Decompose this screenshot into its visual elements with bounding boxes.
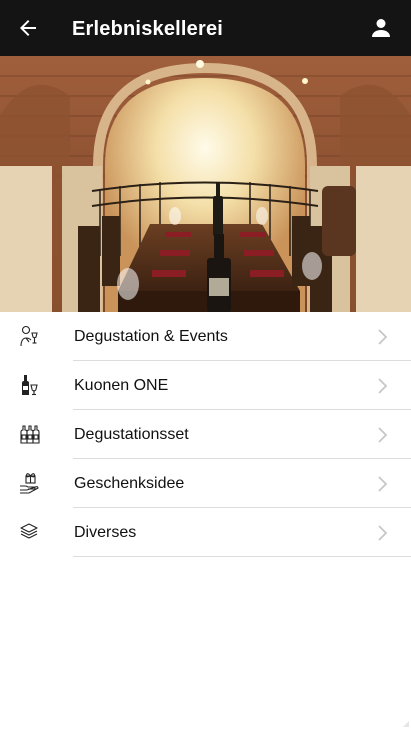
menu-item-degustationsset[interactable]: Degustationsset	[0, 410, 411, 459]
page-title: Erlebniskellerei	[72, 18, 224, 40]
chevron-right-icon	[378, 427, 388, 443]
wine-bottles-set-icon	[20, 425, 40, 444]
hero-image	[0, 56, 411, 312]
menu-item-label: Degustation & Events	[74, 328, 228, 345]
chevron-right-icon	[378, 378, 388, 394]
menu-item-label: Diverses	[74, 524, 137, 541]
menu-item-kuonen-one[interactable]: Kuonen ONE	[0, 361, 411, 410]
menu-item-degustation-events[interactable]: Degustation & Events	[0, 312, 411, 361]
person-icon	[372, 19, 390, 37]
person-wine-icon	[20, 325, 38, 347]
divider	[73, 556, 411, 557]
corner-mark	[403, 721, 409, 727]
menu-item-diverses[interactable]: Diverses	[0, 508, 411, 557]
menu-item-geschenksidee[interactable]: Geschenksidee	[0, 459, 411, 508]
category-list: Degustation & Events Kuonen ONE Degustat…	[0, 312, 411, 557]
chevron-right-icon	[378, 476, 388, 492]
menu-item-label: Geschenksidee	[74, 475, 185, 492]
gift-hand-icon	[20, 473, 39, 494]
wine-bottle-glass-icon	[22, 375, 38, 396]
arrow-left-icon	[20, 20, 36, 36]
wine-cellar-photo	[0, 56, 411, 312]
chevron-right-icon	[378, 525, 388, 541]
back-button[interactable]	[16, 16, 40, 40]
app-bar: Erlebniskellerei	[0, 0, 411, 56]
chevron-right-icon	[378, 329, 388, 345]
layers-icon	[20, 523, 38, 539]
profile-button[interactable]	[369, 16, 393, 40]
menu-item-label: Degustationsset	[74, 426, 189, 443]
menu-item-label: Kuonen ONE	[74, 377, 169, 394]
